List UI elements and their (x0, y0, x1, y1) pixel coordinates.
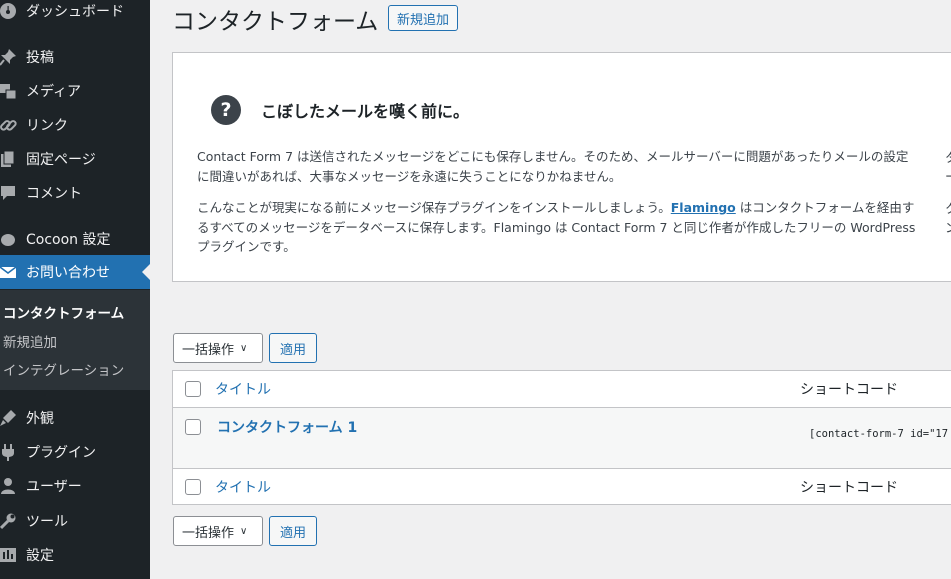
form-title-link[interactable]: コンタクトフォーム 1 (217, 417, 357, 437)
flamingo-link[interactable]: Flamingo (671, 200, 736, 215)
cut-text: ク (945, 198, 951, 217)
cut-text: タ (945, 147, 951, 166)
column-title[interactable]: タイトル (215, 379, 271, 399)
menu-item-posts[interactable]: 投稿 (0, 40, 150, 74)
bulk-actions-bottom: 一括操作 ∨ 適用 (173, 516, 317, 546)
menu-item-contact[interactable]: お問い合わせ (0, 255, 150, 289)
table-header-row: タイトル ショートコード (173, 371, 951, 408)
menu-item-appearance[interactable]: 外観 (0, 401, 150, 435)
comment-icon (0, 183, 18, 203)
pin-icon (0, 47, 18, 67)
bulk-action-select[interactable]: 一括操作 ∨ (173, 516, 263, 546)
bulk-select-label: 一括操作 (182, 342, 235, 358)
menu-item-tools[interactable]: ツール (0, 504, 150, 538)
mail-icon (0, 262, 18, 282)
notice-title: こぼしたメールを嘆く前に。 (261, 102, 470, 121)
shortcode-text: [contact-form-7 id="17 (809, 428, 949, 440)
select-all-checkbox[interactable] (185, 381, 201, 397)
menu-item-pages[interactable]: 固定ページ (0, 142, 150, 176)
cut-text: ー (945, 166, 951, 185)
page-icon (0, 149, 18, 169)
appearance-icon (0, 408, 18, 428)
page-title: コンタクトフォーム (172, 9, 379, 35)
bulk-action-select[interactable]: 一括操作 ∨ (173, 333, 263, 363)
menu-label: Cocoon 設定 (26, 232, 111, 248)
menu-label: プラグイン (26, 445, 96, 461)
tools-icon (0, 511, 18, 531)
menu-item-plugins[interactable]: プラグイン (0, 435, 150, 469)
apply-button[interactable]: 適用 (269, 333, 317, 363)
forms-table: タイトル ショートコード コンタクトフォーム 1 [contact-form-7… (172, 370, 951, 505)
select-all-checkbox[interactable] (185, 479, 201, 495)
bulk-actions-top: 一括操作 ∨ 適用 (173, 333, 317, 363)
table-footer-row: タイトル ショートコード (173, 469, 951, 505)
menu-label: 設定 (26, 548, 54, 564)
user-icon (0, 476, 18, 496)
menu-label: ツール (26, 514, 68, 530)
menu-label: ユーザー (26, 479, 82, 495)
flamingo-notice: ? こぼしたメールを嘆く前に。 Contact Form 7 は送信されたメッセ… (172, 52, 951, 282)
menu-label: 投稿 (26, 50, 54, 66)
menu-label: リンク (26, 118, 68, 134)
notice-text: こんなことが現実になる前にメッセージ保存プラグインをインストールしましょう。 (197, 200, 671, 215)
settings-icon (0, 545, 18, 565)
table-row: コンタクトフォーム 1 [contact-form-7 id="17 (173, 408, 951, 469)
menu-item-cocoon-settings[interactable]: Cocoon 設定 (0, 222, 150, 256)
chevron-down-icon: ∨ (240, 525, 248, 537)
question-icon: ? (211, 95, 241, 125)
row-checkbox[interactable] (185, 419, 201, 435)
notice-paragraph-2: こんなことが現実になる前にメッセージ保存プラグインをインストールしましょう。Fl… (197, 198, 917, 257)
notice-header: ? こぼしたメールを嘆く前に。 (211, 95, 469, 125)
link-icon (0, 115, 18, 135)
bulk-select-label: 一括操作 (182, 525, 235, 541)
cut-text: ン (945, 217, 951, 236)
plugin-icon (0, 442, 18, 462)
submenu-contact-forms[interactable]: コンタクトフォーム (3, 302, 124, 322)
menu-item-comments[interactable]: コメント (0, 176, 150, 210)
column-shortcode: ショートコード (800, 480, 898, 496)
media-icon (0, 81, 18, 101)
notice-paragraph-1: Contact Form 7 は送信されたメッセージをどこにも保存しません。その… (197, 149, 909, 184)
menu-label: ダッシュボード (26, 4, 124, 20)
add-new-button[interactable]: 新規追加 (388, 5, 459, 31)
menu-label: お問い合わせ (26, 265, 110, 281)
dashboard-icon (0, 1, 18, 21)
menu-label: 固定ページ (26, 152, 96, 168)
chevron-down-icon: ∨ (240, 342, 248, 354)
column-shortcode: ショートコード (800, 382, 898, 398)
column-title[interactable]: タイトル (215, 477, 271, 497)
cocoon-icon (0, 229, 18, 249)
contact-submenu: コンタクトフォーム 新規追加 インテグレーション (0, 290, 150, 390)
menu-label: コメント (26, 186, 82, 202)
menu-item-users[interactable]: ユーザー (0, 469, 150, 503)
submenu-add-new[interactable]: 新規追加 (3, 331, 57, 351)
menu-item-media[interactable]: メディア (0, 74, 150, 108)
menu-item-dashboard[interactable]: ダッシュボード (0, 0, 150, 28)
menu-item-links[interactable]: リンク (0, 108, 150, 142)
menu-label: 外観 (26, 411, 54, 427)
admin-sidebar: ダッシュボード 投稿 メディア リンク 固定ページ コメント Cocoon 設定… (0, 0, 150, 579)
apply-button[interactable]: 適用 (269, 516, 317, 546)
menu-item-settings[interactable]: 設定 (0, 538, 150, 572)
submenu-integration[interactable]: インテグレーション (3, 359, 124, 379)
menu-label: メディア (26, 84, 82, 100)
